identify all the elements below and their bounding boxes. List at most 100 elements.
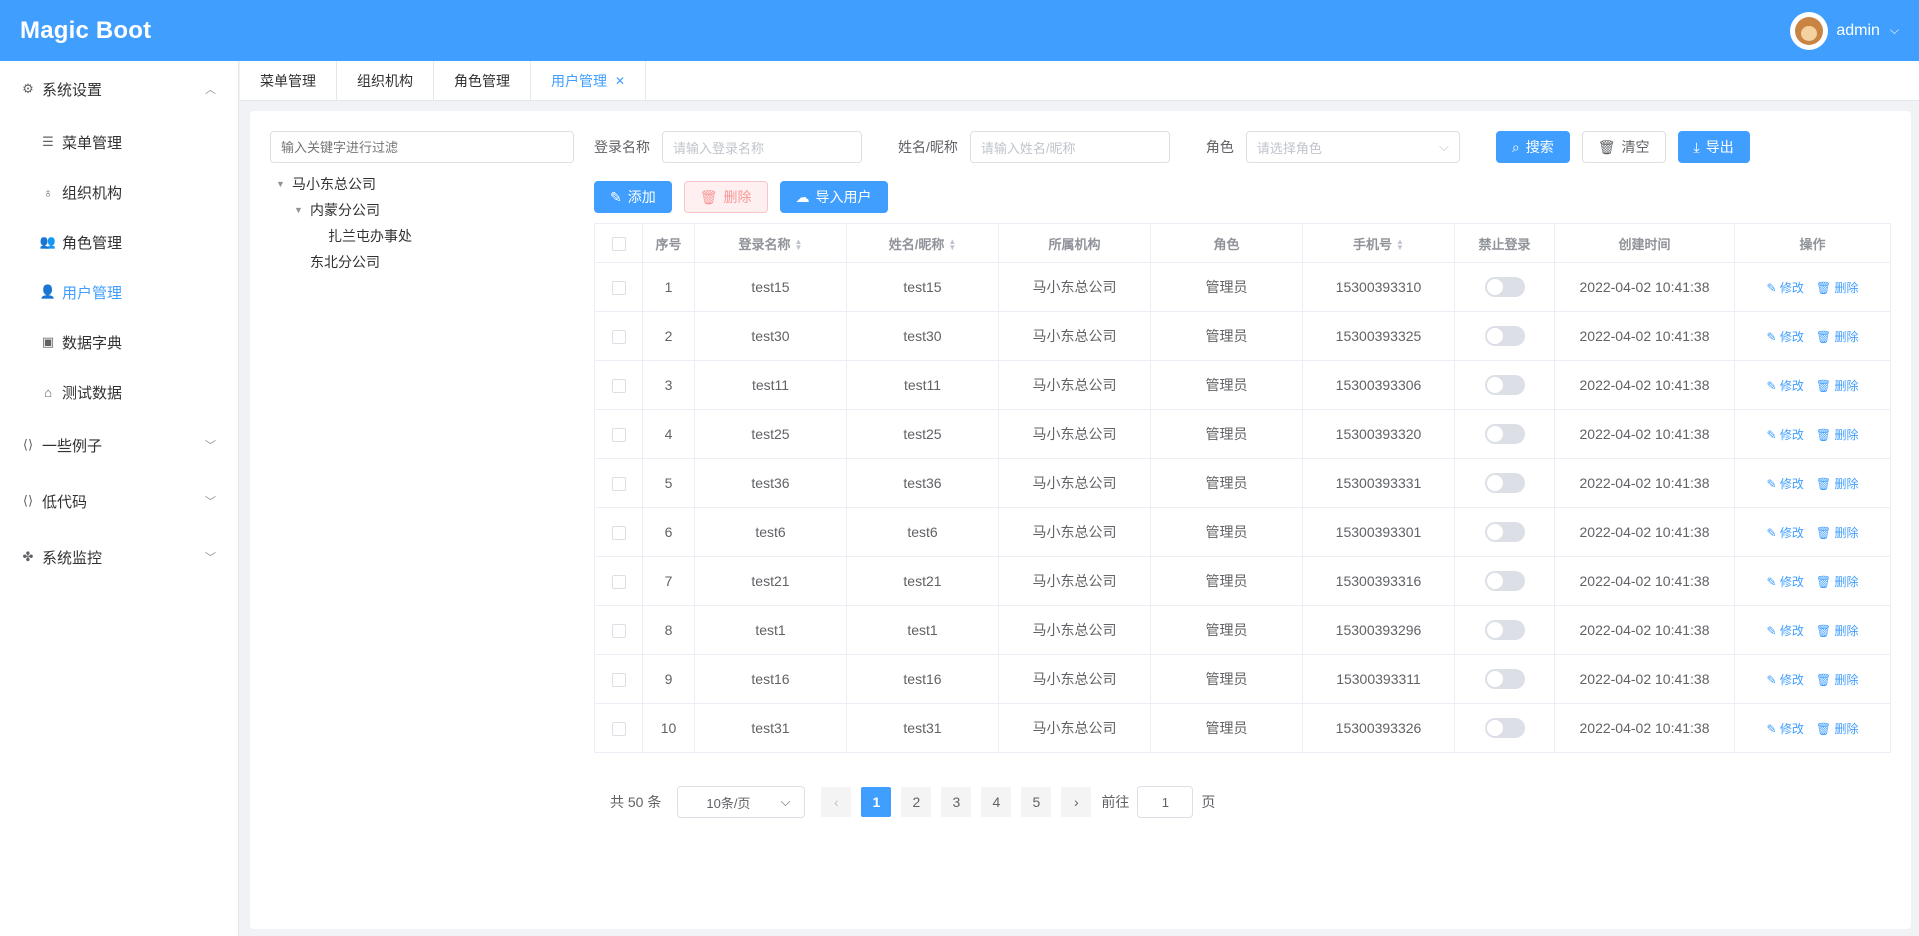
page-2[interactable]: 2 xyxy=(901,787,932,817)
row-checkbox-cell[interactable] xyxy=(594,556,643,606)
delete-row-button[interactable]: 🗑 删除 xyxy=(1816,330,1859,344)
page-4[interactable]: 4 xyxy=(981,787,1012,817)
tree-node-child2[interactable]: 东北分公司 xyxy=(276,249,412,275)
col-phone[interactable]: 手机号 ▲ ▼ xyxy=(1302,223,1455,263)
delete-button[interactable]: 🗑 删除 xyxy=(683,181,768,213)
user-menu[interactable]: admin ⌵ xyxy=(1790,11,1899,50)
import-users-button[interactable]: ☁ 导入用户 xyxy=(779,181,888,213)
disable-login-toggle[interactable] xyxy=(1484,473,1525,493)
sort-icon[interactable]: ▲ ▼ xyxy=(948,238,956,252)
row-checkbox[interactable] xyxy=(611,575,626,590)
tab-org[interactable]: 组织机构 xyxy=(337,61,434,101)
edit-row-button[interactable]: ✎ 修改 xyxy=(1767,330,1804,344)
delete-row-button[interactable]: 🗑 删除 xyxy=(1816,379,1859,393)
delete-row-button[interactable]: 🗑 删除 xyxy=(1816,477,1859,491)
col-name[interactable]: 姓名/昵称 ▲ ▼ xyxy=(846,223,999,263)
row-checkbox[interactable] xyxy=(611,526,626,541)
sidebar-item-roles[interactable]: 👥 角色管理 xyxy=(0,217,238,267)
edit-row-button[interactable]: ✎ 修改 xyxy=(1767,379,1804,393)
edit-row-button[interactable]: ✎ 修改 xyxy=(1767,477,1804,491)
caret-down-icon[interactable]: ▼ xyxy=(276,179,292,189)
caret-down-icon[interactable]: ▼ xyxy=(294,205,310,215)
row-checkbox-cell[interactable] xyxy=(594,654,643,704)
add-button[interactable]: ✎ 添加 xyxy=(594,181,672,213)
edit-row-button[interactable]: ✎ 修改 xyxy=(1767,428,1804,442)
edit-row-button[interactable]: ✎ 修改 xyxy=(1767,526,1804,540)
row-checkbox-cell[interactable] xyxy=(594,605,643,655)
sidebar-group-settings[interactable]: ⚙ 系统设置 ︿ xyxy=(0,61,238,117)
row-checkbox[interactable] xyxy=(611,379,626,394)
select-all-checkbox[interactable] xyxy=(611,236,626,251)
close-icon[interactable]: ✕ xyxy=(615,74,625,88)
goto-page-input[interactable]: 1 xyxy=(1137,786,1194,818)
name-input[interactable]: 请输入姓名/昵称 xyxy=(969,131,1170,163)
row-checkbox[interactable] xyxy=(611,281,626,296)
disable-login-toggle[interactable] xyxy=(1484,669,1525,689)
tab-users[interactable]: 用户管理 ✕ xyxy=(531,61,647,101)
row-checkbox-cell[interactable] xyxy=(594,311,643,361)
page-1[interactable]: 1 xyxy=(861,787,892,817)
edit-row-button[interactable]: ✎ 修改 xyxy=(1767,281,1804,295)
page-3[interactable]: 3 xyxy=(941,787,972,817)
export-button[interactable]: ⤓ 导出 xyxy=(1677,131,1750,163)
delete-row-button[interactable]: 🗑 删除 xyxy=(1816,624,1859,638)
edit-icon: ✎ xyxy=(1766,525,1780,540)
delete-row-button[interactable]: 🗑 删除 xyxy=(1816,575,1859,589)
row-checkbox-cell[interactable] xyxy=(594,409,643,459)
sort-icon[interactable]: ▲ ▼ xyxy=(795,238,803,252)
disable-login-toggle[interactable] xyxy=(1484,277,1525,297)
sidebar-item-users[interactable]: 👤 用户管理 xyxy=(0,267,238,317)
search-button[interactable]: ⌕ 搜索 xyxy=(1495,131,1570,163)
edit-row-button[interactable]: ✎ 修改 xyxy=(1767,624,1804,638)
disable-login-toggle[interactable] xyxy=(1484,424,1525,444)
edit-row-button[interactable]: ✎ 修改 xyxy=(1767,673,1804,687)
tab-roles[interactable]: 角色管理 xyxy=(434,61,531,101)
sidebar-group-examples[interactable]: ⟨⟩ 一些例子 ﹀ xyxy=(0,417,238,473)
select-all-checkbox-cell[interactable] xyxy=(594,223,643,263)
row-checkbox-cell[interactable] xyxy=(594,507,643,557)
delete-row-button[interactable]: 🗑 删除 xyxy=(1816,281,1859,295)
edit-row-button[interactable]: ✎ 修改 xyxy=(1767,575,1804,589)
tree-node-grandchild[interactable]: 扎兰屯办事处 xyxy=(276,223,412,249)
tab-menu[interactable]: 菜单管理 xyxy=(240,61,337,101)
disable-login-toggle[interactable] xyxy=(1484,375,1525,395)
sidebar-item-dictionary[interactable]: ▣ 数据字典 xyxy=(0,317,238,367)
tree-filter-input[interactable] xyxy=(270,131,574,163)
row-checkbox[interactable] xyxy=(611,624,626,639)
row-checkbox-cell[interactable] xyxy=(594,703,643,753)
edit-row-button[interactable]: ✎ 修改 xyxy=(1767,722,1804,736)
page-5[interactable]: 5 xyxy=(1021,787,1052,817)
page-size-select[interactable]: 10条/页 ⌵ xyxy=(677,786,806,818)
row-checkbox[interactable] xyxy=(611,330,626,345)
disable-login-toggle[interactable] xyxy=(1484,571,1525,591)
tree-node-child1[interactable]: ▼ 内蒙分公司 xyxy=(276,197,412,223)
next-page-button[interactable]: › xyxy=(1061,787,1092,817)
row-checkbox[interactable] xyxy=(611,722,626,737)
sidebar-group-monitor[interactable]: ✤ 系统监控 ﹀ xyxy=(0,529,238,585)
sidebar-item-menu[interactable]: ☰ 菜单管理 xyxy=(0,117,238,167)
sidebar-group-lowcode[interactable]: ⟨⟩ 低代码 ﹀ xyxy=(0,473,238,529)
disable-login-toggle[interactable] xyxy=(1484,326,1525,346)
sort-icon[interactable]: ▲ ▼ xyxy=(1396,238,1404,252)
sidebar-item-testdata[interactable]: ⌂ 测试数据 xyxy=(0,367,238,417)
col-login[interactable]: 登录名称 ▲ ▼ xyxy=(694,223,847,263)
row-checkbox[interactable] xyxy=(611,673,626,688)
login-input[interactable]: 请输入登录名称 xyxy=(662,131,862,163)
prev-page-button[interactable]: ‹ xyxy=(821,787,852,817)
row-checkbox[interactable] xyxy=(611,428,626,443)
row-checkbox[interactable] xyxy=(611,477,626,492)
role-select[interactable]: 请选择角色 ⌵ xyxy=(1245,131,1460,163)
delete-row-button[interactable]: 🗑 删除 xyxy=(1816,673,1859,687)
clear-button[interactable]: 🗑 清空 xyxy=(1581,131,1666,163)
tree-node-root[interactable]: ▼ 马小东总公司 xyxy=(276,171,412,197)
disable-login-toggle[interactable] xyxy=(1484,522,1525,542)
disable-login-toggle[interactable] xyxy=(1484,718,1525,738)
delete-row-button[interactable]: 🗑 删除 xyxy=(1816,428,1859,442)
disable-login-toggle[interactable] xyxy=(1484,620,1525,640)
delete-row-button[interactable]: 🗑 删除 xyxy=(1816,526,1859,540)
row-checkbox-cell[interactable] xyxy=(594,458,643,508)
delete-row-button[interactable]: 🗑 删除 xyxy=(1816,722,1859,736)
row-checkbox-cell[interactable] xyxy=(594,262,643,312)
sidebar-item-org[interactable]: ♁ 组织机构 xyxy=(0,167,238,217)
row-checkbox-cell[interactable] xyxy=(594,360,643,410)
